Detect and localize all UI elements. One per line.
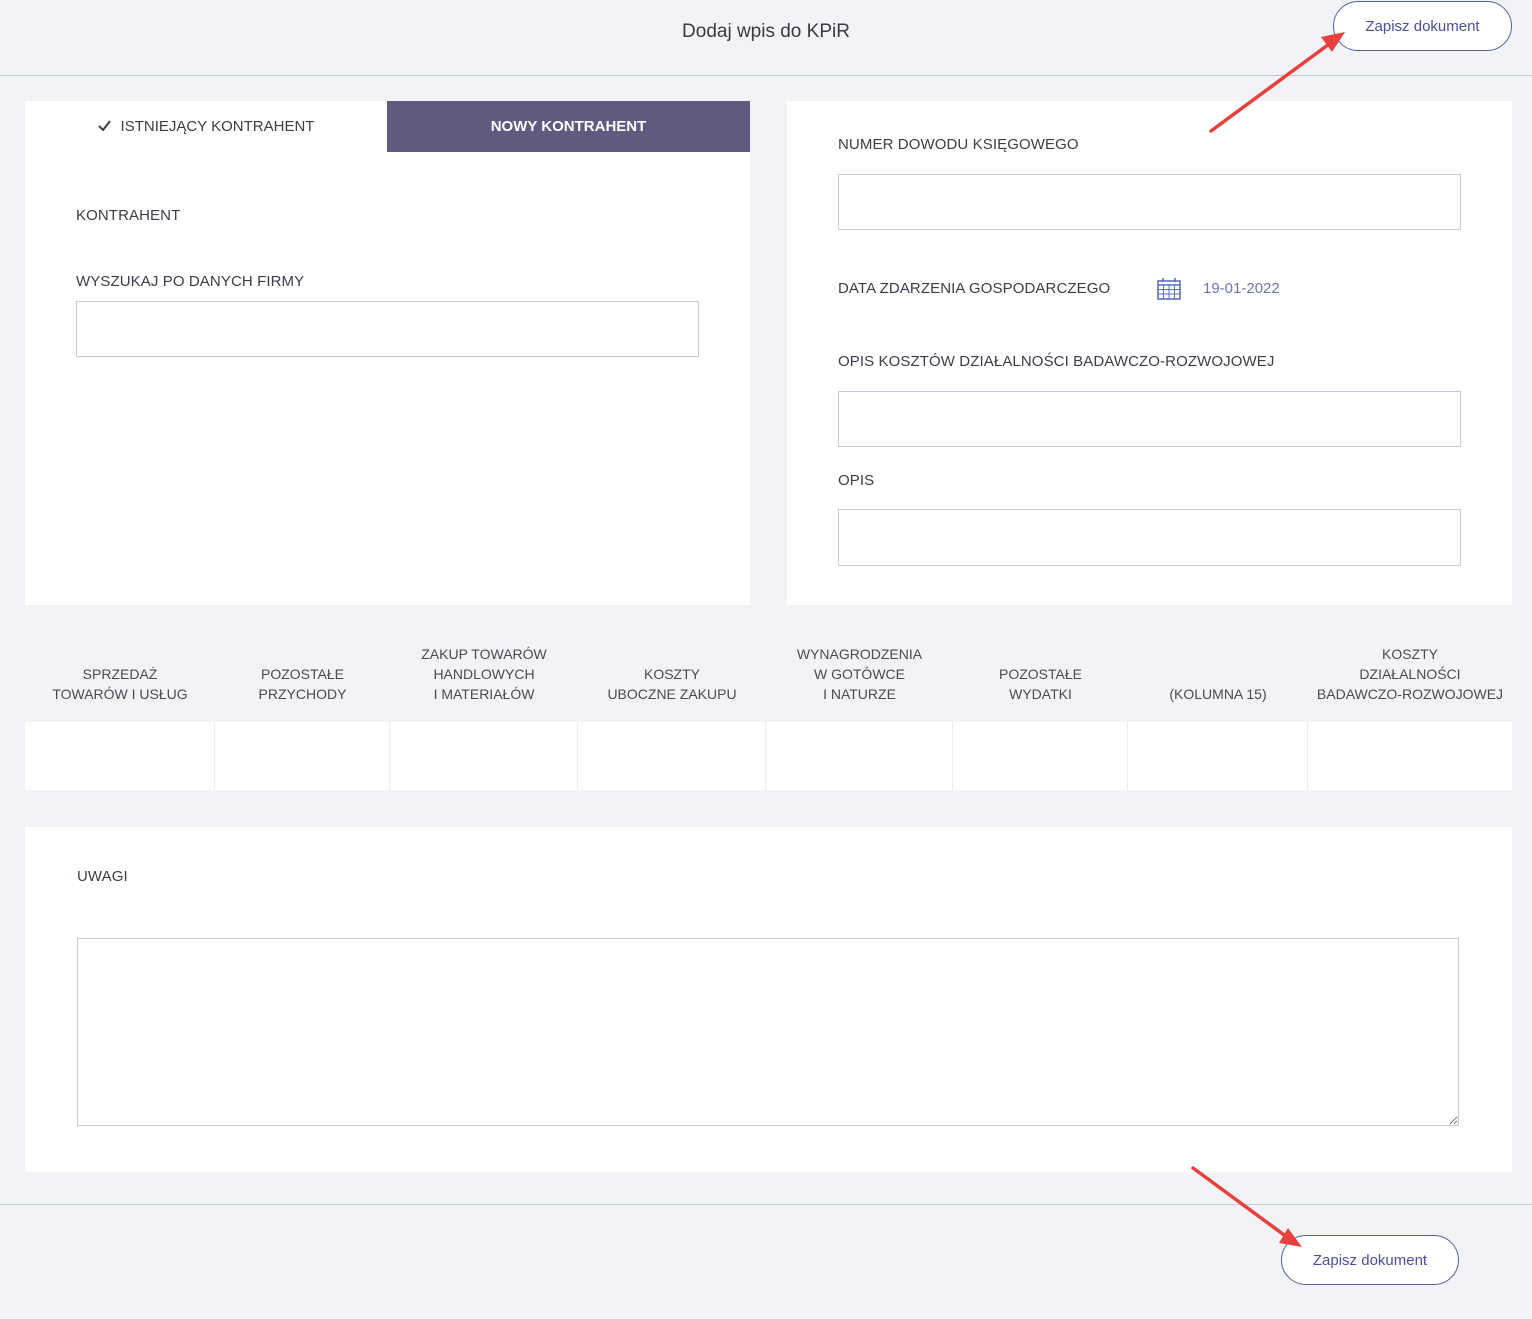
column-header-salaries: WYNAGRODZENIA W GOTÓWCE I NATURZE (796, 646, 923, 702)
tab-new-contractor-label: NOWY KONTRAHENT (490, 118, 647, 135)
contractor-section-label: KONTRAHENT (76, 207, 181, 224)
notes-card: UWAGI (25, 827, 1512, 1172)
column-header-goods-purchase: ZAKUP TOWARÓW HANDLOWYCH I MATERIAŁÓW (421, 646, 547, 702)
column-header-other-expenses: POZOSTAŁE WYDATKI (999, 666, 1082, 702)
tab-existing-contractor[interactable]: ISTNIEJĄCY KONTRAHENT (25, 101, 387, 152)
save-document-button-bottom[interactable]: Zapisz dokument (1281, 1235, 1459, 1285)
search-company-input[interactable] (76, 301, 699, 357)
column-header-rd-costs: KOSZTY DZIAŁALNOŚCI BADAWCZO-ROZWOJOWEJ (1316, 646, 1504, 702)
save-document-button-top[interactable]: Zapisz dokument (1333, 1, 1512, 51)
other-income-amount-input[interactable] (215, 722, 390, 790)
incidental-costs-amount-input[interactable] (578, 722, 766, 790)
document-card: NUMER DOWODU KSIĘGOWEGO DATA ZDARZENIA G… (787, 101, 1512, 605)
description-input[interactable] (838, 509, 1461, 566)
event-date-value[interactable]: 19-01-2022 (1203, 280, 1280, 297)
other-expenses-amount-input[interactable] (953, 722, 1128, 790)
description-label: OPIS (838, 472, 875, 489)
event-date-label: DATA ZDARZENIA GOSPODARCZEGO (838, 280, 1111, 297)
column-header-column-15: (KOLUMNA 15) (1169, 686, 1267, 702)
notes-label: UWAGI (77, 868, 128, 885)
contractor-card: ISTNIEJĄCY KONTRAHENT NOWY KONTRAHENT KO… (25, 101, 750, 605)
rd-cost-description-label: OPIS KOSZTÓW DZIAŁALNOŚCI BADAWCZO-ROZWO… (838, 353, 1275, 370)
column-header-other-income: POZOSTAŁE PRZYCHODY (258, 666, 347, 702)
goods-purchase-amount-input[interactable] (390, 722, 578, 790)
sales-amount-input[interactable] (25, 722, 215, 790)
annotation-arrow-bottom (1191, 1166, 1302, 1247)
calendar-icon[interactable] (1157, 278, 1181, 300)
tab-new-contractor[interactable]: NOWY KONTRAHENT (387, 101, 750, 152)
page-title: Dodaj wpis do KPiR (682, 21, 850, 42)
tab-existing-contractor-label: ISTNIEJĄCY KONTRAHENT (120, 118, 315, 135)
amounts-row (25, 722, 1512, 790)
column-15-amount-input[interactable] (1128, 722, 1308, 790)
search-company-label: WYSZUKAJ PO DANYCH FIRMY (76, 273, 305, 290)
salaries-amount-input[interactable] (766, 722, 953, 790)
document-number-input[interactable] (838, 174, 1461, 230)
rd-cost-description-input[interactable] (838, 391, 1461, 447)
document-number-label: NUMER DOWODU KSIĘGOWEGO (838, 136, 1079, 153)
checkmark-icon (97, 118, 111, 135)
page-header: Dodaj wpis do KPiR (0, 0, 1532, 76)
notes-textarea[interactable] (77, 938, 1459, 1126)
rd-costs-amount-input[interactable] (1308, 722, 1512, 790)
column-header-incidental-costs: KOSZTY UBOCZNE ZAKUPU (607, 666, 737, 702)
column-header-sales: SPRZEDAŻ TOWARÓW I USŁUG (52, 666, 188, 702)
footer-divider (0, 1204, 1532, 1205)
